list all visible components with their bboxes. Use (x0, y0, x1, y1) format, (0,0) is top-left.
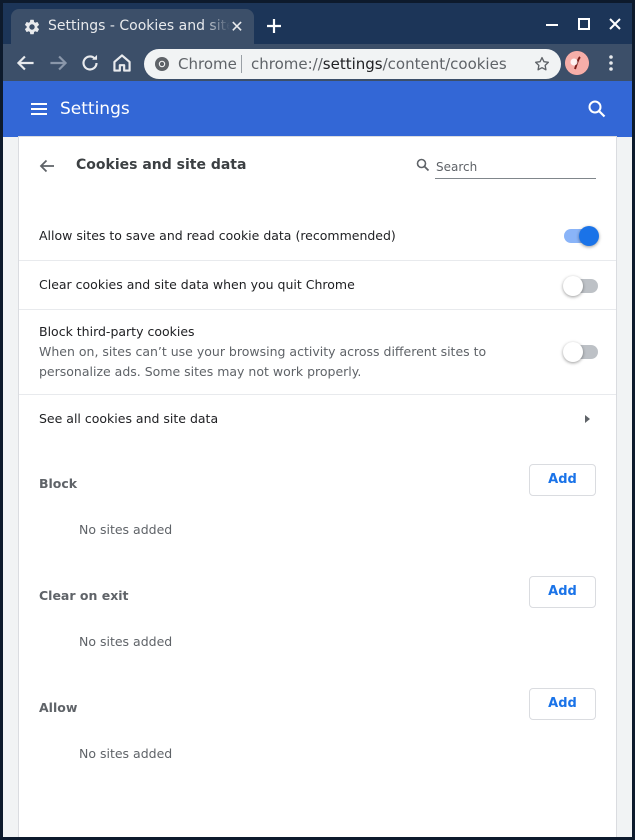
toggle-knob (563, 276, 583, 296)
avatar[interactable] (565, 51, 589, 75)
allow-empty-text: No sites added (79, 746, 173, 761)
clear-on-quit-toggle[interactable] (563, 276, 598, 296)
address-bar[interactable]: Chrome chrome://settings/content/cookies (144, 49, 561, 79)
settings-card: Cookies and site data Allow sites to sav… (19, 137, 616, 837)
subpage-header: Cookies and site data (19, 137, 616, 195)
browser-window: Settings - Cookies and site data ✕ (3, 3, 632, 837)
minimize-icon[interactable] (540, 12, 564, 36)
gear-icon (24, 19, 40, 35)
reload-icon[interactable] (77, 50, 103, 76)
maximize-icon[interactable] (572, 12, 596, 36)
allow-section-label: Allow (39, 700, 78, 715)
block-add-button[interactable]: Add (529, 464, 596, 496)
avatar-image (565, 51, 589, 75)
url-host: settings (322, 55, 383, 73)
chevron-right-icon (585, 415, 590, 423)
back-icon[interactable] (13, 50, 39, 76)
clear-on-quit-row[interactable]: Clear cookies and site data when you qui… (19, 260, 616, 309)
toggle-knob (563, 342, 583, 362)
block-third-party-description: When on, sites can’t use your browsing a… (39, 344, 487, 379)
subpage-title: Cookies and site data (76, 157, 247, 173)
more-vert-icon[interactable] (599, 51, 623, 75)
arrow-back-icon[interactable] (35, 154, 59, 178)
browser-toolbar: Chrome chrome://settings/content/cookies (3, 44, 632, 81)
allow-cookies-label: Allow sites to save and read cookie data… (39, 228, 396, 243)
clear-on-exit-section-label: Clear on exit (39, 588, 129, 603)
plus-icon[interactable] (262, 14, 286, 38)
allow-add-button[interactable]: Add (529, 688, 596, 720)
omnibox-separator (241, 55, 242, 73)
tab-settings[interactable]: Settings - Cookies and site data ✕ (11, 9, 254, 44)
chrome-icon (155, 57, 169, 71)
menu-icon[interactable] (27, 97, 51, 121)
see-all-cookies-label: See all cookies and site data (39, 411, 219, 426)
page-title: Settings (60, 99, 130, 119)
close-window-icon[interactable] (603, 12, 627, 36)
url-path: /content/cookies (382, 55, 507, 73)
tab-strip: Settings - Cookies and site data ✕ (3, 3, 632, 44)
clear-on-exit-add-button[interactable]: Add (529, 576, 596, 608)
block-empty-text: No sites added (79, 522, 173, 537)
star-icon[interactable] (533, 55, 551, 73)
search-icon[interactable] (585, 97, 609, 121)
clear-on-exit-empty-text: No sites added (79, 634, 173, 649)
block-third-party-toggle[interactable] (563, 342, 598, 362)
toggle-knob (579, 226, 599, 246)
search-input[interactable] (435, 155, 596, 179)
close-icon[interactable]: ✕ (228, 18, 246, 36)
forward-icon[interactable] (45, 50, 71, 76)
home-icon[interactable] (109, 50, 135, 76)
url-text: chrome://settings/content/cookies (251, 55, 507, 73)
block-section-label: Block (39, 476, 78, 491)
see-all-cookies-row[interactable]: See all cookies and site data (19, 394, 616, 442)
search-icon (416, 158, 430, 172)
clear-on-quit-label: Clear cookies and site data when you qui… (39, 277, 355, 292)
block-third-party-row[interactable]: Block third-party cookies When on, sites… (19, 309, 616, 394)
url-scheme: chrome:// (251, 55, 323, 73)
tab-title: Settings - Cookies and site data (48, 18, 230, 34)
allow-cookies-row[interactable]: Allow sites to save and read cookie data… (19, 213, 616, 261)
allow-cookies-toggle[interactable] (564, 226, 599, 246)
settings-header: Settings (3, 81, 632, 137)
block-third-party-label: Block third-party cookies (39, 324, 195, 339)
site-label: Chrome (178, 55, 237, 73)
